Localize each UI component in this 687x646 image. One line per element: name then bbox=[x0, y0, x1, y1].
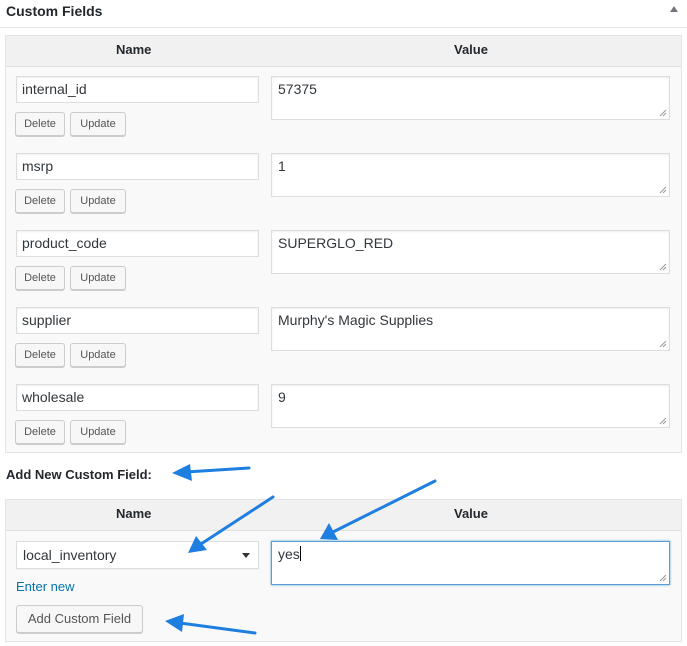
new-field-value-text: yes bbox=[278, 546, 300, 562]
delete-button[interactable]: Delete bbox=[15, 189, 65, 213]
collapse-toggle-icon[interactable] bbox=[670, 6, 678, 12]
panel-title: Custom Fields bbox=[6, 3, 103, 19]
delete-button[interactable]: Delete bbox=[15, 266, 65, 290]
value-column-header: Value bbox=[454, 42, 488, 57]
field-key-input[interactable]: product_code bbox=[16, 230, 259, 257]
update-button[interactable]: Update bbox=[70, 189, 126, 213]
delete-button[interactable]: Delete bbox=[15, 112, 65, 136]
add-new-table-header: Name Value bbox=[6, 500, 681, 531]
update-button[interactable]: Update bbox=[70, 112, 126, 136]
field-value-textarea[interactable]: 1 bbox=[271, 153, 670, 197]
name-column-header: Name bbox=[116, 506, 152, 521]
enter-new-link[interactable]: Enter new bbox=[16, 579, 75, 594]
field-key-input[interactable]: supplier bbox=[16, 307, 259, 334]
value-column-header: Value bbox=[454, 506, 488, 521]
field-key-select[interactable]: local_inventory bbox=[16, 541, 259, 569]
delete-button[interactable]: Delete bbox=[15, 420, 65, 444]
update-button[interactable]: Update bbox=[70, 343, 126, 367]
text-cursor bbox=[299, 546, 301, 561]
resize-grip-icon[interactable] bbox=[659, 340, 667, 348]
resize-grip-icon[interactable] bbox=[659, 417, 667, 425]
field-value-text: 1 bbox=[278, 158, 286, 174]
update-button[interactable]: Update bbox=[70, 420, 126, 444]
add-new-field-label: Add New Custom Field: bbox=[6, 467, 152, 482]
field-value-textarea[interactable]: 57375 bbox=[271, 76, 670, 120]
field-key-input[interactable]: internal_id bbox=[16, 76, 259, 103]
field-value-textarea[interactable]: Murphy's Magic Supplies bbox=[271, 307, 670, 351]
field-value-textarea[interactable]: 9 bbox=[271, 384, 670, 428]
field-value-text: Murphy's Magic Supplies bbox=[278, 312, 434, 328]
field-value-text: SUPERGLO_RED bbox=[278, 235, 394, 251]
resize-grip-icon[interactable] bbox=[659, 186, 667, 194]
field-value-text: 57375 bbox=[278, 81, 317, 97]
add-custom-field-button[interactable]: Add Custom Field bbox=[16, 605, 143, 633]
dropdown-arrow-icon bbox=[242, 553, 250, 558]
table-header: Name Value bbox=[6, 36, 681, 67]
field-key-input[interactable]: wholesale bbox=[16, 384, 259, 411]
name-column-header: Name bbox=[116, 42, 152, 57]
field-value-text: 9 bbox=[278, 389, 286, 405]
field-key-input[interactable]: msrp bbox=[16, 153, 259, 180]
annotation-arrow-icon bbox=[172, 464, 251, 481]
selected-key-text: local_inventory bbox=[23, 547, 117, 563]
field-value-textarea[interactable]: SUPERGLO_RED bbox=[271, 230, 670, 274]
new-field-value-textarea[interactable]: yes bbox=[271, 541, 670, 585]
resize-grip-icon[interactable] bbox=[659, 109, 667, 117]
update-button[interactable]: Update bbox=[70, 266, 126, 290]
resize-grip-icon[interactable] bbox=[659, 263, 667, 271]
custom-fields-header: Custom Fields bbox=[0, 0, 687, 28]
delete-button[interactable]: Delete bbox=[15, 343, 65, 367]
custom-fields-table: Name Value internal_id 57375 Delete Upda… bbox=[5, 35, 682, 453]
resize-grip-icon[interactable] bbox=[659, 574, 667, 582]
